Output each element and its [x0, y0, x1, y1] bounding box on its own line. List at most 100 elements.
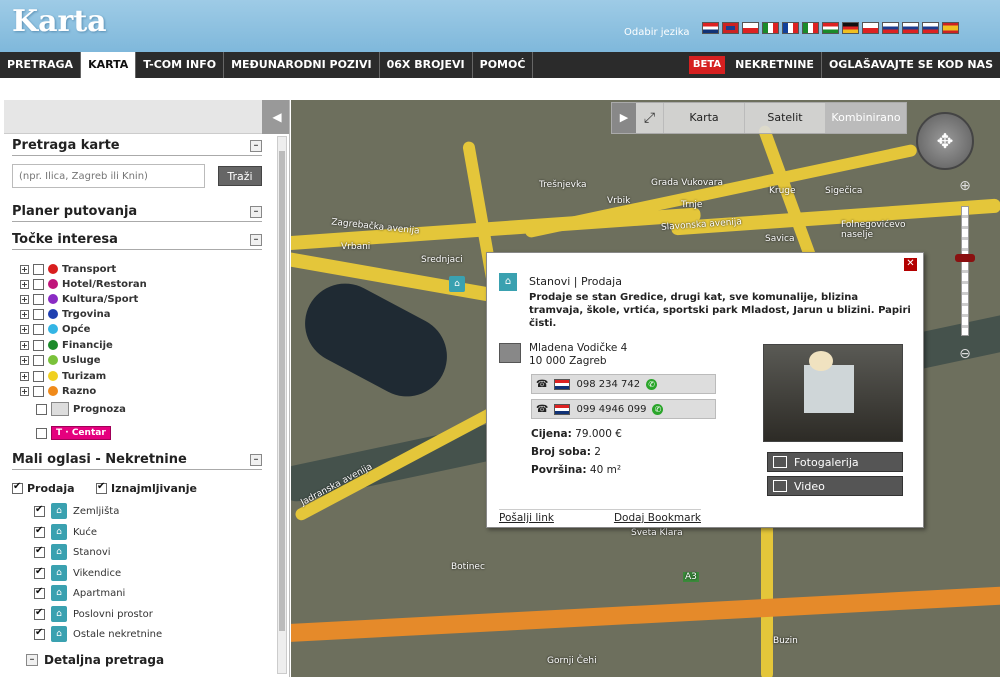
plus-icon[interactable]: + [20, 324, 29, 334]
ad-type-item[interactable]: ⌂ Poslovni prostor [34, 606, 153, 622]
map-canvas[interactable]: Trešnjevka Grada Vukovara Vrbik Trnje Kr… [291, 100, 1000, 677]
add-bookmark-link[interactable]: Dodaj Bookmark [614, 512, 701, 524]
poi-item[interactable]: + Razno [20, 384, 96, 398]
checkbox[interactable] [34, 504, 45, 517]
collapse-icon[interactable]: – [26, 654, 38, 666]
photo-gallery-button[interactable]: Fotogalerija [767, 452, 903, 472]
checkbox[interactable] [33, 354, 44, 366]
ru-flag-icon[interactable] [882, 22, 899, 34]
checkbox[interactable] [33, 339, 44, 351]
poi-item[interactable]: + Turizam [20, 369, 106, 383]
filter-iznajmljivanje[interactable]: Iznajmljivanje [96, 481, 197, 495]
checkbox[interactable] [33, 278, 44, 290]
pl-flag-icon[interactable] [862, 22, 879, 34]
phone-row[interactable]: ☎ 099 4946 099 ✆ [531, 399, 716, 419]
plus-icon[interactable]: + [20, 309, 29, 319]
poi-item[interactable]: + Transport [20, 262, 116, 276]
poi-item[interactable]: + Kultura/Sport [20, 292, 138, 306]
phone-row[interactable]: ☎ 098 234 742 ✆ [531, 374, 716, 394]
logo[interactable]: Karta [12, 4, 107, 39]
ad-type-item[interactable]: ⌂ Zemljišta [34, 503, 119, 519]
checkbox[interactable] [34, 627, 45, 640]
collapse-icon[interactable]: – [250, 454, 262, 466]
map-type-karta[interactable]: Karta [664, 103, 745, 133]
nav-oglasavajte[interactable]: OGLAŠAVAJTE SE KOD NAS [822, 52, 1000, 78]
search-button[interactable]: Traži [218, 166, 262, 186]
listing-photo[interactable] [763, 344, 903, 442]
checkbox[interactable] [36, 427, 47, 439]
plus-icon[interactable]: + [20, 386, 29, 396]
ad-type-item[interactable]: ⌂ Vikendice [34, 565, 121, 581]
nav-tcom-info[interactable]: T-COM INFO [136, 52, 225, 78]
de-flag-icon[interactable] [842, 22, 859, 34]
zoom-out-icon[interactable]: ⊖ [957, 346, 973, 362]
poi-item[interactable]: + Usluge [20, 353, 101, 367]
checkbox[interactable] [33, 323, 44, 335]
ad-type-item[interactable]: ⌂ Kuće [34, 524, 97, 540]
nav-pretraga[interactable]: PRETRAGA [0, 52, 82, 78]
poi-item[interactable]: + Opće [20, 322, 90, 336]
plus-icon[interactable]: + [20, 340, 29, 350]
poi-item[interactable]: + Trgovina [20, 307, 111, 321]
poi-tcentar[interactable]: T · Centar [36, 426, 111, 440]
checkbox[interactable] [34, 586, 45, 599]
close-icon[interactable]: ✕ [904, 258, 917, 271]
nav-nekretnine[interactable]: NEKRETNINE [728, 52, 822, 78]
send-link[interactable]: Pošalji link [499, 512, 554, 524]
checkbox[interactable] [36, 403, 47, 415]
scrollbar-thumb[interactable] [279, 151, 285, 631]
video-button[interactable]: Video [767, 476, 903, 496]
section-planner[interactable]: Planer putovanja – [12, 204, 262, 222]
uk-flag-icon[interactable] [722, 22, 739, 34]
collapse-sidebar-button[interactable]: ◀ [262, 100, 289, 134]
zoom-slider[interactable] [961, 206, 969, 336]
toolbar-arrow-icon[interactable]: ▶ [612, 103, 636, 133]
map-type-kombinirano[interactable]: Kombinirano [826, 103, 906, 133]
checkbox[interactable] [34, 566, 45, 579]
plus-icon[interactable]: + [20, 294, 29, 304]
call-icon[interactable]: ✆ [652, 403, 664, 415]
checkbox[interactable] [96, 481, 107, 494]
checkbox[interactable] [34, 525, 45, 538]
ad-type-item[interactable]: ⌂ Ostale nekretnine [34, 626, 162, 642]
zoom-in-icon[interactable]: ⊕ [957, 178, 973, 194]
nav-karta[interactable]: KARTA [81, 52, 137, 78]
plus-icon[interactable]: + [20, 355, 29, 365]
route-icon[interactable] [499, 343, 521, 363]
hr-flag-icon[interactable] [702, 22, 719, 34]
call-icon[interactable]: ✆ [646, 378, 658, 390]
expand-icon[interactable]: – [250, 206, 262, 218]
checkbox[interactable] [33, 370, 44, 382]
nav-06x-brojevi[interactable]: 06X BROJEVI [380, 52, 473, 78]
checkbox[interactable] [33, 293, 44, 305]
ad-type-item[interactable]: ⌂ Stanovi [34, 544, 111, 560]
sk-flag-icon[interactable] [902, 22, 919, 34]
fullscreen-icon[interactable]: ⤢ [636, 103, 664, 133]
hu-flag-icon[interactable] [822, 22, 839, 34]
poi-item[interactable]: + Hotel/Restoran [20, 277, 147, 291]
listing-marker-icon[interactable]: ⌂ [449, 276, 465, 292]
ad-type-item[interactable]: ⌂ Apartmani [34, 585, 125, 601]
checkbox[interactable] [34, 545, 45, 558]
plus-icon[interactable]: + [20, 279, 29, 289]
si-flag-icon[interactable] [922, 22, 939, 34]
filter-prodaja[interactable]: Prodaja [12, 481, 75, 495]
zoom-slider-knob[interactable] [955, 254, 975, 262]
checkbox[interactable] [33, 385, 44, 397]
it2-flag-icon[interactable] [802, 22, 819, 34]
poi-prognoza[interactable]: Prognoza [36, 402, 126, 416]
plus-icon[interactable]: + [20, 264, 29, 274]
map-search-input[interactable] [12, 164, 205, 188]
checkbox[interactable] [33, 263, 44, 275]
checkbox[interactable] [33, 308, 44, 320]
nav-pomoc[interactable]: POMOĆ [473, 52, 534, 78]
fr-flag-icon[interactable] [782, 22, 799, 34]
it-flag-icon[interactable] [762, 22, 779, 34]
checkbox[interactable] [34, 607, 45, 620]
sidebar-scrollbar[interactable] [277, 136, 287, 674]
collapse-icon[interactable]: – [250, 140, 262, 152]
cz-flag-icon[interactable] [742, 22, 759, 34]
collapse-icon[interactable]: – [250, 234, 262, 246]
map-type-satelit[interactable]: Satelit [745, 103, 826, 133]
checkbox[interactable] [12, 481, 23, 494]
